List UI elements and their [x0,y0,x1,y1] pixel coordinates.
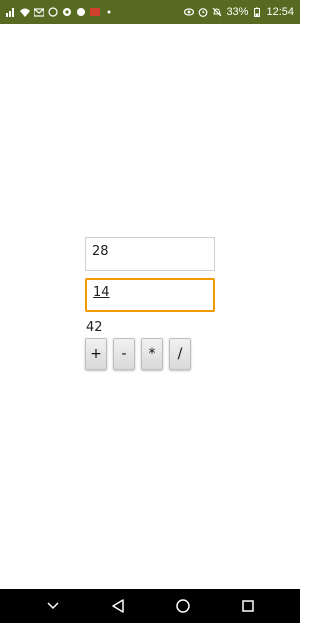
add-button[interactable]: + [85,338,107,370]
mute-icon [212,7,222,17]
second-number-value: 14 [93,285,110,300]
recents-icon[interactable] [238,596,258,616]
chevron-down-icon[interactable] [43,596,63,616]
status-bar: 33% 12:54 [0,0,300,24]
battery-icon [252,7,262,17]
eye-icon [184,7,195,17]
operator-buttons: + - * / [85,338,191,370]
status-time: 12:54 [266,6,294,18]
chrome-icon [62,7,72,17]
status-right-icons: 33% 12:54 [184,6,294,18]
navigation-bar [0,589,300,623]
home-icon[interactable] [173,596,193,616]
more-dot-icon [104,7,114,17]
first-number-input[interactable]: 28 [85,237,215,271]
second-number-input[interactable]: 14 [85,278,215,312]
result-text: 42 [86,320,103,335]
gmail-icon [34,7,44,17]
first-number-value: 28 [92,244,109,259]
whatsapp-icon [48,7,58,17]
signal-icon [6,7,16,17]
battery-percent: 33% [226,6,249,18]
subtract-button[interactable]: - [113,338,135,370]
wifi-icon [20,7,30,17]
status-left-icons [6,7,114,17]
back-icon[interactable] [108,596,128,616]
multiply-button[interactable]: * [141,338,163,370]
alarm-icon [198,7,208,17]
skype-icon [76,7,86,17]
divide-button[interactable]: / [169,338,191,370]
app-icon [90,7,100,17]
